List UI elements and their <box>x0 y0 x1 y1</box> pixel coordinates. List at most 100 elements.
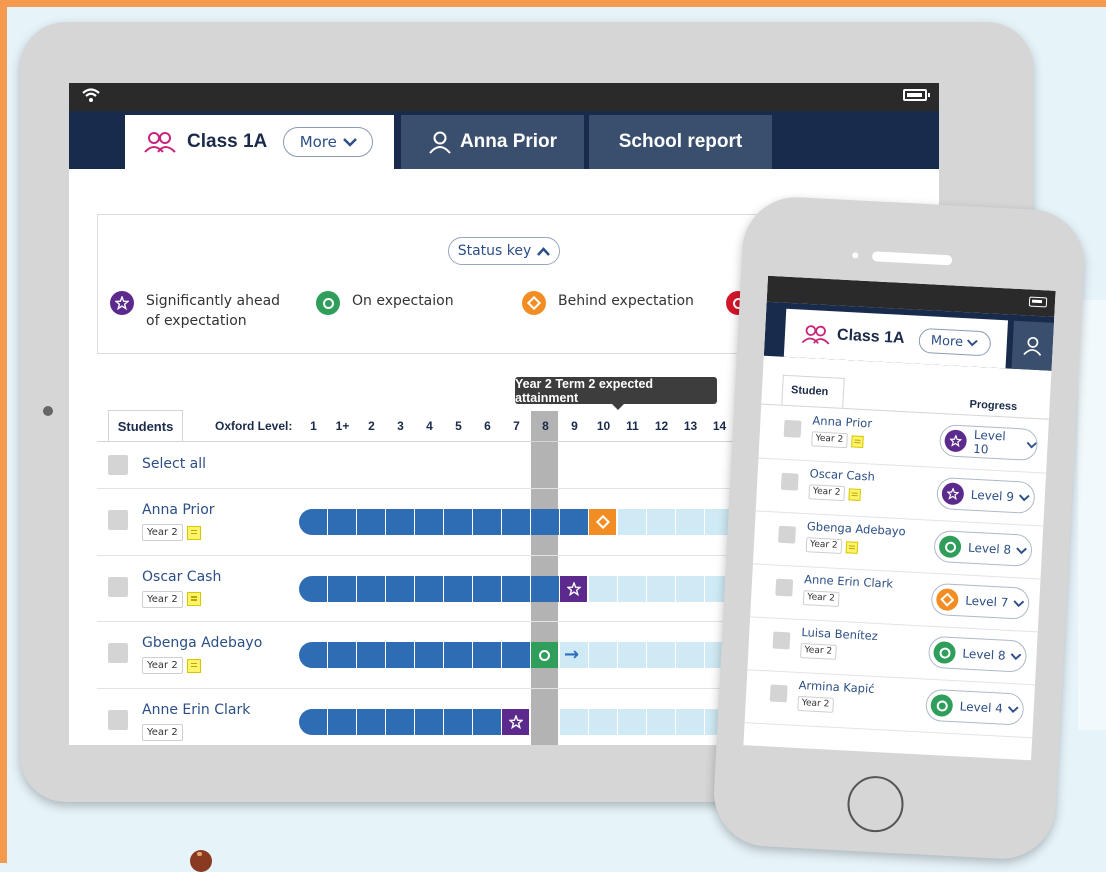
year-badge: Year 2 <box>142 590 183 608</box>
level-segment-pending <box>676 509 705 535</box>
level-label: Level 7 <box>964 593 1009 610</box>
status-key-toggle[interactable]: Status key <box>448 237 560 265</box>
level-segment-complete <box>328 708 357 735</box>
battery-icon <box>1028 296 1048 308</box>
ring-icon <box>938 535 962 559</box>
level-segment-complete <box>299 708 328 735</box>
level-segment-complete <box>444 575 473 602</box>
level-segment-complete <box>473 642 502 668</box>
level-dropdown[interactable]: Level 4 <box>924 688 1025 726</box>
phone-tab-student[interactable] <box>1011 320 1054 371</box>
student-checkbox[interactable] <box>108 709 128 730</box>
year-badge-group: Year 2 <box>805 537 858 555</box>
chevron-down-icon <box>342 137 357 147</box>
note-icon[interactable] <box>186 592 201 606</box>
note-icon[interactable] <box>850 434 864 448</box>
tab-class[interactable]: Class 1A More <box>125 115 394 169</box>
year-badge-group: Year 2 <box>811 431 864 449</box>
level-segment-complete <box>299 509 328 535</box>
student-tab-label: Anna Prior <box>459 131 558 152</box>
tab-school-report[interactable]: School report <box>589 115 772 169</box>
note-icon[interactable] <box>186 525 201 540</box>
chevron-down-icon <box>1026 441 1037 448</box>
student-name[interactable]: Anne Erin Clark <box>804 572 894 591</box>
tab-bar: Class 1A More Anna Prior School report <box>69 111 939 169</box>
expected-attainment-tooltip: Year 2 Term 2 expected attainment <box>515 377 717 410</box>
student-name[interactable]: Luisa Benítez <box>801 625 878 643</box>
year-badge-group: Year 2 <box>142 723 183 741</box>
level-dropdown[interactable]: Level 9 <box>936 476 1036 515</box>
level-segment-complete <box>531 575 560 602</box>
student-checkbox[interactable] <box>108 576 128 597</box>
student-name[interactable]: Gbenga Adebayo <box>142 635 262 651</box>
frame-left-border <box>0 0 7 863</box>
year-badge-group: Year 2 <box>142 657 201 674</box>
level-segment-complete <box>444 509 473 535</box>
student-name[interactable]: Armina Kapić <box>798 678 875 696</box>
note-icon[interactable] <box>848 487 861 501</box>
phone-tab-class[interactable]: Class 1A More <box>783 308 1009 369</box>
row-divider <box>744 722 1033 739</box>
level-header-8: 8 <box>542 419 549 433</box>
student-name[interactable]: Anna Prior <box>812 413 872 430</box>
level-segment-pending <box>647 575 676 602</box>
note-icon[interactable] <box>845 540 858 554</box>
level-dropdown[interactable]: Level 7 <box>930 582 1031 620</box>
ring-icon[interactable] <box>531 642 558 668</box>
year-badge-group: Year 2 <box>802 590 840 607</box>
select-all-checkbox[interactable] <box>108 455 128 475</box>
note-icon[interactable] <box>186 658 201 673</box>
level-dropdown[interactable]: Level 8 <box>933 529 1033 567</box>
oxford-level-label: Oxford Level: <box>215 419 293 433</box>
diamond-icon[interactable] <box>589 509 616 535</box>
students-column-header[interactable]: Students <box>108 410 183 442</box>
level-segment-pending <box>647 509 676 535</box>
phone-device: Class 1A More Studen Progress Anna Prior… <box>711 194 1087 862</box>
level-header-4: 4 <box>426 419 433 433</box>
level-segment-complete <box>357 642 386 668</box>
star-icon[interactable] <box>560 575 587 602</box>
phone-more-button[interactable]: More <box>917 327 992 357</box>
student-name[interactable]: Gbenga Adebayo <box>807 519 906 538</box>
student-name[interactable]: Anna Prior <box>142 502 215 518</box>
star-icon[interactable] <box>502 708 529 735</box>
ring-icon <box>932 640 957 665</box>
student-checkbox[interactable] <box>783 419 802 438</box>
battery-icon <box>903 89 930 101</box>
level-dropdown[interactable]: Level 8 <box>927 635 1028 673</box>
level-segment-complete <box>560 509 589 535</box>
key-label-on: On expectaion <box>352 293 454 309</box>
phone-progress-header: Progress <box>969 398 1018 414</box>
level-segment-pending <box>589 575 618 602</box>
level-header-2: 2 <box>368 419 375 433</box>
tab-student[interactable]: Anna Prior <box>401 115 584 169</box>
level-segment-pending <box>618 708 647 735</box>
phone-students-header[interactable]: Studen <box>781 374 845 408</box>
level-segment-pending <box>676 642 705 668</box>
phone-camera <box>852 252 859 259</box>
level-dropdown[interactable]: Level 10 <box>938 424 1039 462</box>
student-name[interactable]: Anne Erin Clark <box>142 702 250 718</box>
phone-speaker <box>871 251 953 266</box>
frame-top-border <box>0 0 1106 7</box>
student-checkbox[interactable] <box>778 525 796 544</box>
student-checkbox[interactable] <box>108 643 128 663</box>
background-strip <box>1078 300 1106 730</box>
year-badge: Year 2 <box>805 537 843 555</box>
level-segment-complete <box>415 509 444 535</box>
home-button[interactable] <box>846 774 905 834</box>
level-segment-pending <box>589 708 618 735</box>
student-checkbox[interactable] <box>772 631 791 650</box>
student-name[interactable]: Oscar Cash <box>142 569 221 585</box>
student-name[interactable]: Oscar Cash <box>809 466 875 483</box>
level-segment-complete <box>415 575 444 602</box>
level-segment-pending <box>676 708 705 735</box>
student-checkbox[interactable] <box>775 578 794 597</box>
student-checkbox[interactable] <box>108 510 128 530</box>
level-segment-complete <box>386 642 415 668</box>
select-all-link[interactable]: Select all <box>142 456 206 472</box>
student-checkbox[interactable] <box>769 684 788 703</box>
more-dropdown-button[interactable]: More <box>283 127 374 157</box>
student-checkbox[interactable] <box>780 472 799 491</box>
level-segment-pending <box>676 575 705 602</box>
